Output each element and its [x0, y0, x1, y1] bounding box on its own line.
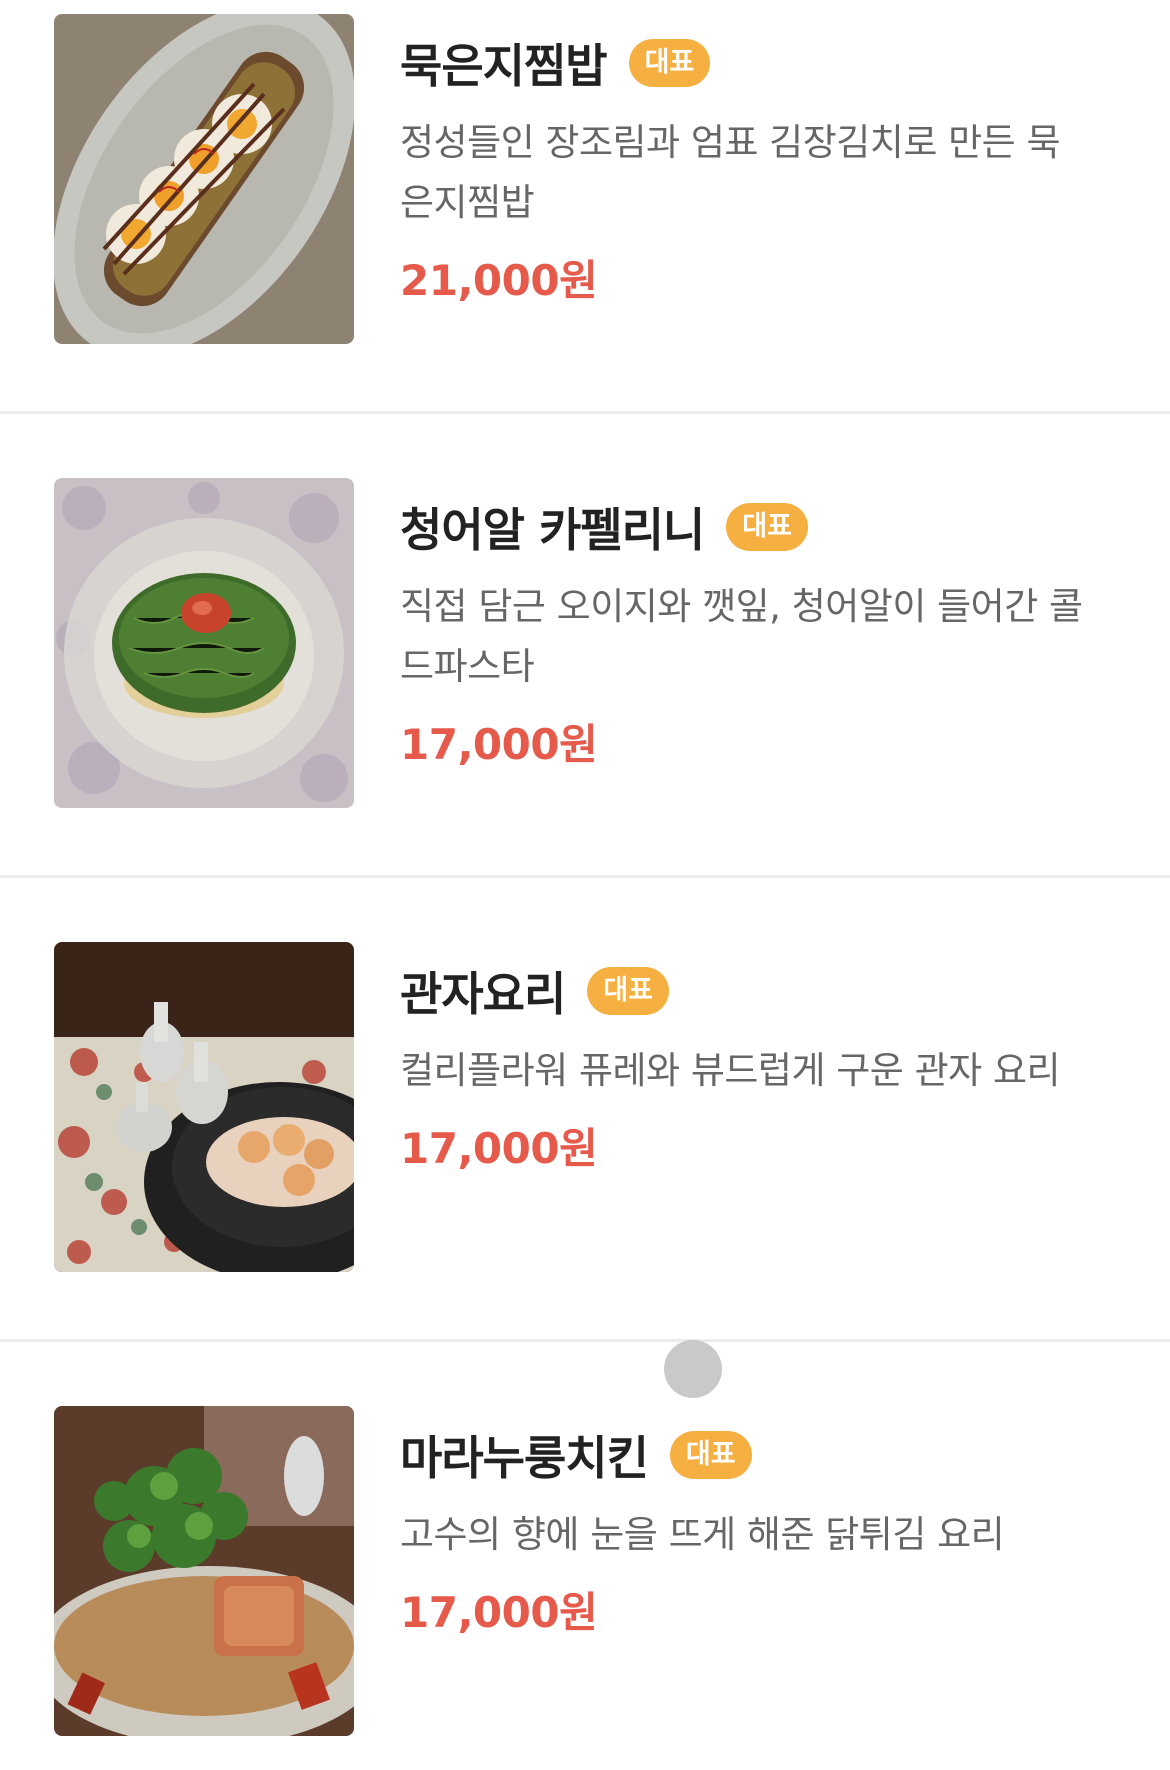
menu-item-photo: [54, 942, 354, 1272]
menu-item-name: 묵은지찜밥: [400, 39, 608, 93]
signature-badge: 대표: [726, 503, 808, 551]
menu-item-info: 청어알 카펠리니 대표 직접 담근 오이지와 깻잎, 청어알이 들어간 콜 드파…: [400, 495, 1130, 772]
menu-item-info: 묵은지찜밥 대표 정성들인 장조림과 엄표 김장김치로 만든 묵 은지찜밥 21…: [400, 31, 1130, 308]
menu-item-price: 17,000원: [400, 720, 598, 769]
menu-item-price: 21,000원: [400, 256, 598, 305]
menu-item-price: 17,000원: [400, 1588, 598, 1637]
signature-badge: 대표: [587, 967, 669, 1015]
menu-item-description: 고수의 향에 눈을 뜨게 해준 닭튀김 요리: [400, 1513, 1005, 1556]
menu-item-mala-crispy-chicken[interactable]: 마라누룽치킨 대표 고수의 향에 눈을 뜨게 해준 닭튀김 요리 17,000원: [0, 1343, 1170, 1770]
divider: [0, 875, 1170, 878]
menu-item-herring-roe-capellini[interactable]: 청어알 카펠리니 대표 직접 담근 오이지와 깻잎, 청어알이 들어간 콜 드파…: [0, 415, 1170, 879]
divider: [0, 1339, 1170, 1342]
divider: [0, 411, 1170, 414]
signature-badge: 대표: [669, 1431, 752, 1479]
description-line: 정성들인 장조림과 엄표 김장김치로 만든 묵: [400, 121, 1061, 164]
signature-badge: 대표: [628, 39, 711, 87]
description-line: 드파스타: [400, 645, 535, 688]
menu-item-name: 청어알 카펠리니: [400, 503, 705, 557]
menu-item-name: 마라누룽치킨: [400, 1431, 649, 1485]
menu-item-photo: [54, 14, 354, 344]
menu-item-photo: [54, 478, 354, 808]
title-row: 관자요리 대표: [400, 959, 1130, 1023]
menu-item-photo: [54, 1406, 354, 1736]
menu-item-price: 17,000원: [400, 1124, 598, 1173]
menu-item-info: 관자요리 대표 컬리플라워 퓨레와 뷰드럽게 구운 관자 요리 17,000원: [400, 959, 1130, 1176]
menu-item-scallop-dish[interactable]: 관자요리 대표 컬리플라워 퓨레와 뷰드럽게 구운 관자 요리 17,000원: [0, 879, 1170, 1343]
menu-list: 묵은지찜밥 대표 정성들인 장조림과 엄표 김장김치로 만든 묵 은지찜밥 21…: [0, 0, 1170, 1770]
menu-item-info: 마라누룽치킨 대표 고수의 향에 눈을 뜨게 해준 닭튀김 요리 17,000원: [400, 1423, 1130, 1640]
title-row: 묵은지찜밥 대표: [400, 31, 1130, 95]
description-line: 은지찜밥: [400, 181, 535, 224]
menu-item-mukeunji-jjimbap[interactable]: 묵은지찜밥 대표 정성들인 장조림과 엄표 김장김치로 만든 묵 은지찜밥 21…: [0, 0, 1170, 415]
title-row: 마라누룽치킨 대표: [400, 1423, 1130, 1487]
title-row: 청어알 카펠리니 대표: [400, 495, 1130, 559]
description-line: 직접 담근 오이지와 깻잎, 청어알이 들어간 콜: [400, 585, 1083, 628]
menu-item-name: 관자요리: [400, 967, 566, 1021]
menu-item-description: 컬리플라워 퓨레와 뷰드럽게 구운 관자 요리: [400, 1049, 1061, 1092]
menu-item-description: 직접 담근 오이지와 깻잎, 청어알이 들어간 콜 드파스타: [400, 577, 1130, 697]
menu-item-description: 정성들인 장조림과 엄표 김장김치로 만든 묵 은지찜밥: [400, 113, 1130, 233]
